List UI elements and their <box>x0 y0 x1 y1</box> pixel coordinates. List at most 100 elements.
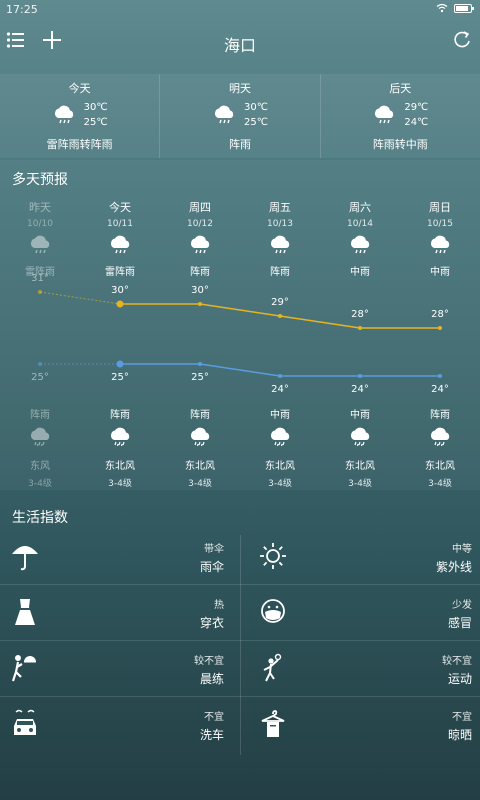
forecast-night[interactable]: 阵雨 东北风 3-4级 <box>160 406 240 489</box>
life-index-level: 较不宜 <box>194 656 224 667</box>
low-temp-point <box>198 362 202 366</box>
summary-day[interactable]: 明天 30℃ 25℃ 阵雨 <box>160 74 321 158</box>
life-index-level: 带伞 <box>204 544 224 555</box>
forecast-night[interactable]: 中雨 东北风 3-4级 <box>240 406 320 489</box>
mask-icon <box>258 596 288 628</box>
day-rain-icon <box>110 235 130 254</box>
forecast-night-condition: 阵雨 <box>30 410 50 421</box>
forecast-night-condition: 阵雨 <box>190 410 210 421</box>
life-index-item[interactable]: 带伞 雨伞 <box>0 528 232 584</box>
life-index-level: 较不宜 <box>442 656 472 667</box>
forecast-night[interactable]: 阵雨东北风 3-4级 <box>80 406 160 489</box>
day-rain-icon <box>270 235 290 254</box>
forecast-wind-level: 3-4级 <box>108 479 132 489</box>
high-temp-point <box>198 302 202 306</box>
forecast-day[interactable]: 昨天 10/10 雷阵雨 <box>0 199 80 278</box>
summary-day-label: 明天 <box>228 82 251 95</box>
day-rain-icon <box>30 235 50 254</box>
life-title: 生活指数 <box>12 510 68 526</box>
forecast-day-name: 昨天 <box>29 201 51 214</box>
forecast-day-date: 10/12 <box>187 219 213 229</box>
forecast-night[interactable]: 阵雨东风 3-4级 <box>0 406 80 489</box>
status-bar: 17:25 <box>0 0 480 20</box>
life-index-name: 运动 <box>447 672 472 686</box>
life-index-item[interactable]: 不宜 洗车 <box>0 696 232 752</box>
life-index-name: 紫外线 <box>435 560 472 574</box>
forecast-night-condition: 阵雨 <box>430 410 450 421</box>
battery-icon <box>454 3 474 13</box>
summary-high: 30℃ <box>83 102 108 113</box>
summary-high: 29℃ <box>404 102 429 113</box>
high-temp-point <box>278 314 282 318</box>
forecast-day-condition: 中雨 <box>350 267 370 278</box>
umbrella-icon <box>10 540 40 572</box>
life-index-item[interactable]: 较不宜 晨练 <box>0 640 232 696</box>
forecast-night[interactable]: 中雨 东北风 3-4级 <box>320 406 400 489</box>
life-index-item[interactable]: 热穿衣 <box>0 584 232 640</box>
life-index-item[interactable]: 中等 紫外线 <box>248 528 480 584</box>
low-temp-label: 25° <box>111 372 129 383</box>
hanger-icon <box>258 708 288 740</box>
high-temp-label: 29° <box>271 297 289 308</box>
city-name[interactable]: 海口 <box>0 32 480 56</box>
summary-day[interactable]: 后天 29℃ 24℃ 阵雨转中雨 <box>321 74 480 158</box>
forecast-wind: 东北风 <box>105 461 135 472</box>
forecast-day-date: 10/15 <box>427 219 453 229</box>
forecast-day-date: 10/13 <box>267 219 293 229</box>
status-icons <box>436 3 474 13</box>
life-index-item[interactable]: 较不宜 运动 <box>248 640 480 696</box>
forecast-wind-level: 3-4级 <box>28 479 52 489</box>
forecast-day-name: 周日 <box>429 201 451 214</box>
night-rain-icon <box>270 427 290 447</box>
forecast-day[interactable]: 周五 10/13 阵雨 <box>240 199 320 278</box>
forecast-wind: 东北风 <box>185 461 215 472</box>
forecast-day-condition: 阵雨 <box>270 267 290 278</box>
thunder-shower-icon <box>54 105 73 124</box>
night-rain-icon <box>110 427 130 447</box>
forecast-day[interactable]: 周日 10/15 中雨 <box>400 199 480 278</box>
life-index-item[interactable]: 少发 感冒 <box>248 584 480 640</box>
car-wash-icon <box>10 708 40 740</box>
forecast-day-date: 10/11 <box>107 219 133 229</box>
status-time: 17:25 <box>6 3 38 16</box>
forecast-day[interactable]: 今天 10/11 雷阵雨 <box>80 199 160 278</box>
low-temp-label: 24° <box>431 384 449 395</box>
high-temp-label: 28° <box>431 309 449 320</box>
forecast-day-condition: 雷阵雨 <box>105 267 135 278</box>
low-temp-point <box>38 362 42 366</box>
life-index-level: 少发 <box>452 600 472 611</box>
forecast-wind-level: 3-4级 <box>428 479 452 489</box>
life-index-level: 不宜 <box>204 712 224 723</box>
high-temp-label: 30° <box>111 285 129 296</box>
temperature-chart <box>38 290 442 378</box>
life-index-item[interactable]: 不宜 晾晒 <box>248 696 480 752</box>
shower-icon <box>214 105 234 124</box>
forecast-wind: 东北风 <box>425 461 455 472</box>
forecast-night[interactable]: 阵雨东北风 3-4级 <box>400 406 480 489</box>
life-index-level: 不宜 <box>452 712 472 723</box>
night-rain-icon <box>350 427 370 447</box>
forecast-wind: 东风 <box>30 461 50 472</box>
summary-day[interactable]: 今天 30℃ 25℃ 雷阵雨转阵雨 <box>0 74 161 158</box>
forecast-day-date: 10/14 <box>347 219 373 229</box>
high-temp-label: 30° <box>191 285 209 296</box>
forecast-day-name: 周六 <box>349 201 371 214</box>
forecast-day[interactable]: 周四 10/12 阵雨 <box>160 199 240 278</box>
forecast-title: 多天预报 <box>12 172 68 188</box>
low-temp-point <box>116 360 124 368</box>
life-index-name: 感冒 <box>447 616 472 630</box>
moderate-rain-icon <box>375 105 394 124</box>
sun-icon <box>258 540 288 572</box>
refresh-icon[interactable] <box>452 30 472 50</box>
forecast-day-condition: 中雨 <box>430 267 450 278</box>
day-rain-icon <box>430 235 450 254</box>
high-temp-point <box>116 300 124 308</box>
forecast-day[interactable]: 周六 10/14 中雨 <box>320 199 400 278</box>
low-temp-label: 25° <box>31 372 49 383</box>
forecast-night-condition: 阵雨 <box>110 410 130 421</box>
high-temp-point <box>38 290 42 294</box>
life-index-name: 洗车 <box>199 728 224 742</box>
life-index-name: 雨伞 <box>199 560 224 574</box>
life-index-name: 晨练 <box>199 672 224 686</box>
wifi-icon <box>436 3 448 13</box>
